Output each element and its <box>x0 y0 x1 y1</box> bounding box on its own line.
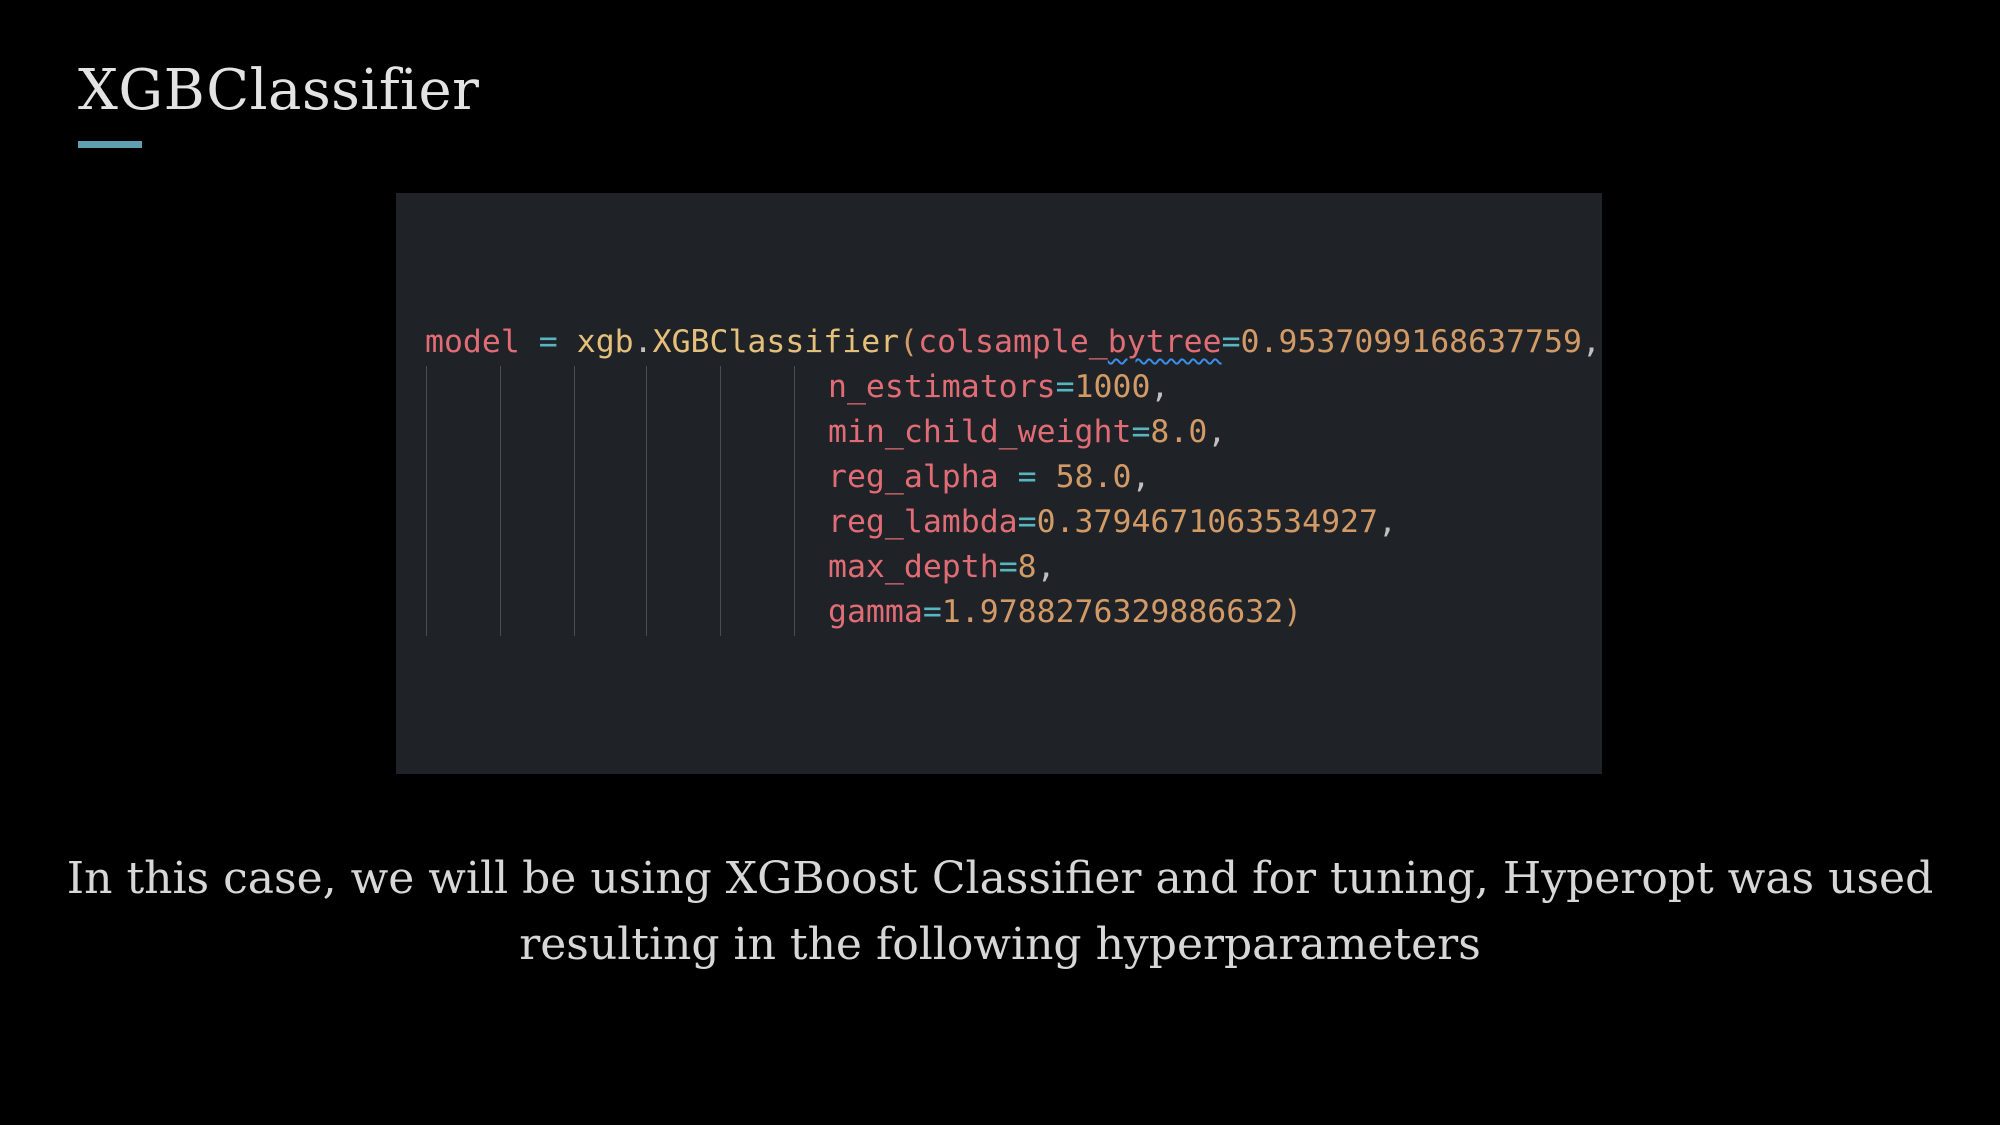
code-token-keyword: colsample_ <box>918 324 1108 360</box>
code-line-param: n_estimators=1000, <box>828 367 1169 407</box>
code-token-keyword: max_depth <box>828 549 999 585</box>
slide-caption: In this case, we will be using XGBoost C… <box>66 853 1934 970</box>
code-token-comma: , <box>1378 504 1397 540</box>
code-token-equals: = <box>922 594 942 630</box>
code-line-1: model = xgb.XGBClassifier(colsample_bytr… <box>425 322 1601 362</box>
code-token-number: 8 <box>1017 549 1037 585</box>
code-token-equals: = <box>1055 369 1075 405</box>
code-token-comma: , <box>1207 414 1227 450</box>
indent-guide <box>574 366 575 636</box>
slide: XGBClassifier model = xgb.XGBClassifier(… <box>0 0 2000 1125</box>
code-token-comma: , <box>1150 369 1170 405</box>
indent-guide <box>720 366 721 636</box>
code-token-operator: = <box>538 324 558 360</box>
code-token-keyword: reg_lambda <box>828 504 1018 540</box>
code-token-paren: ( <box>899 324 919 360</box>
title-underline <box>78 141 142 148</box>
code-token-equals: = <box>1131 414 1151 450</box>
code-token-number: 1000 <box>1074 369 1151 405</box>
code-token-keyword: gamma <box>828 594 923 630</box>
code-line-param: gamma=1.9788276329886632) <box>828 592 1302 632</box>
code-token-comma: , <box>1131 459 1151 495</box>
code-token-equals: = <box>998 459 1056 495</box>
code-token-equals: = <box>998 549 1018 585</box>
code-line-param: min_child_weight=8.0, <box>828 412 1226 452</box>
indent-guide <box>646 366 647 636</box>
code-token-class: XGBClassifier <box>652 324 900 360</box>
code-token-variable: model <box>425 324 520 360</box>
code-token-module: xgb <box>576 324 634 360</box>
code-token-number: 0.9537099168637759 <box>1240 324 1582 360</box>
code-line-param: reg_alpha = 58.0, <box>828 457 1150 497</box>
code-token-dot: . <box>633 324 653 360</box>
slide-title: XGBClassifier <box>78 58 480 123</box>
code-token-keyword-squiggle: bytree <box>1107 324 1222 360</box>
indent-guide <box>426 366 427 636</box>
indent-guide <box>794 366 795 636</box>
code-token-equals: = <box>1221 324 1241 360</box>
code-line-param: max_depth=8, <box>828 547 1056 587</box>
code-token-equals: = <box>1017 504 1037 540</box>
code-line-param: reg_lambda=0.3794671063534927, <box>828 502 1397 542</box>
code-token-close-paren: ) <box>1283 594 1303 630</box>
code-token-number: 0.3794671063534927 <box>1036 504 1378 540</box>
code-token-number: 58.0 <box>1055 459 1132 495</box>
indent-guide <box>500 366 501 636</box>
code-token-keyword: min_child_weight <box>828 414 1132 450</box>
code-token-comma: , <box>1581 324 1601 360</box>
code-token-number: 8.0 <box>1150 414 1208 450</box>
code-token-comma: , <box>1036 549 1056 585</box>
code-token-number: 1.9788276329886632 <box>941 594 1284 630</box>
code-token-keyword: reg_alpha <box>828 459 999 495</box>
code-token-keyword: n_estimators <box>828 369 1056 405</box>
